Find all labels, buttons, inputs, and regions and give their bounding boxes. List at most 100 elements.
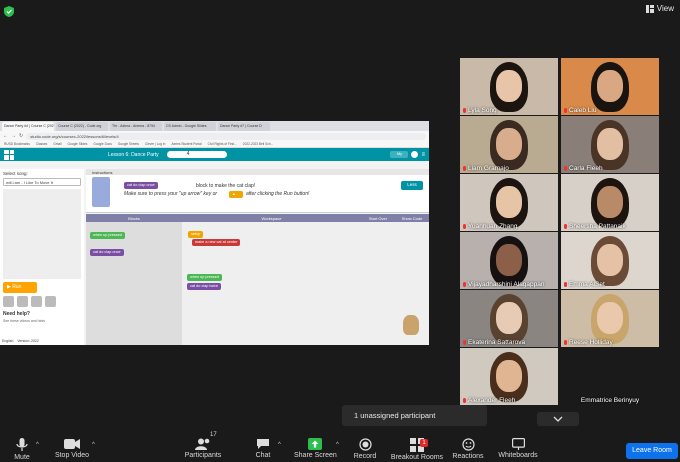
participant-face (597, 302, 623, 334)
mute-options-caret-icon[interactable]: ^ (36, 442, 39, 448)
bookmark-item[interactable]: Google Slides (68, 142, 88, 146)
shared-screen[interactable]: Dance Party #4 | Course C (2023) Course … (0, 121, 429, 345)
browser-tab[interactable]: Dance Party #7 | Course D (218, 122, 270, 131)
share-options-caret-icon[interactable]: ^ (336, 442, 339, 448)
video-options-caret-icon[interactable]: ^ (92, 442, 95, 448)
left-arrow-button[interactable] (3, 296, 14, 307)
participant-name-label: Emmatrice Berinyuy (581, 397, 639, 404)
workspace-label: Workspace (261, 215, 282, 221)
participant-video-tile[interactable]: Liam Gramajo (460, 116, 558, 173)
participant-name-label: Vijayadharshini Alagappan (463, 281, 545, 288)
language-select[interactable]: English (2, 339, 13, 343)
progress-level: 4 (186, 151, 190, 157)
show-code-button[interactable]: Show Code (395, 216, 429, 221)
hint-character (92, 177, 110, 207)
participant-video-tile[interactable]: Caleb Liu (561, 58, 659, 115)
url-field[interactable]: studio.code.org/s/coursec-2022/lessons/6… (26, 132, 426, 140)
muted-microphone-icon (463, 224, 466, 229)
my-button[interactable]: My (390, 151, 409, 158)
song-select[interactable]: will.i.am - I Like To Move It (3, 178, 81, 186)
participant-video-tile[interactable]: Vijayadharshini Alagappan (460, 232, 558, 289)
participant-name: Reese Holliday (569, 339, 613, 346)
chat-button[interactable]: Chat (252, 434, 274, 459)
toolbox-when-block[interactable]: when up pressed (90, 232, 125, 239)
participant-video-tile[interactable]: Carla Fleeh (561, 116, 659, 173)
stop-video-button[interactable]: Stop Video (52, 434, 92, 459)
browser-tab[interactable]: Course C (2022) - Code.org (56, 122, 108, 131)
less-button[interactable]: Less (401, 181, 423, 190)
forward-arrow-icon[interactable]: → (11, 133, 16, 139)
toolbox-do-block[interactable]: cat do clap once (90, 249, 124, 256)
browser-tab[interactable]: Thr - Ashna - Anema - 8794 (110, 122, 162, 131)
mute-button[interactable]: Mute (8, 434, 36, 461)
instructions-line1: block to make the cat clap! (196, 183, 256, 189)
instructions-tab[interactable]: Instructions (86, 169, 429, 175)
participant-face (597, 244, 623, 276)
security-shield-icon[interactable] (4, 6, 14, 17)
participant-face (496, 70, 522, 102)
bookmark-item[interactable]: Clever | Log in (145, 142, 166, 146)
participant-video-tile[interactable]: Sheersha Pattanaik (561, 174, 659, 231)
up-arrow-button[interactable] (31, 296, 42, 307)
bookmark-item[interactable]: 2022-2023 Bell Sch... (243, 142, 273, 146)
participant-name: Ekaterina Sattarova (468, 339, 526, 346)
participant-name-label: Lyla Song (463, 107, 497, 114)
leave-room-button[interactable]: Leave Room (626, 443, 678, 459)
record-button[interactable]: Record (350, 434, 380, 460)
breakout-rooms-button[interactable]: 1 Breakout Rooms (390, 434, 444, 461)
code-workspace[interactable]: setup make a new cat at center when up p… (182, 222, 429, 345)
chat-options-caret-icon[interactable]: ^ (278, 442, 281, 448)
bookmark-item[interactable]: RUSD Bookmarks (4, 142, 30, 146)
participant-video-tile[interactable]: Reese Holliday (561, 290, 659, 347)
start-over-button[interactable]: Start Over (361, 216, 395, 221)
menu-icon[interactable]: ≡ (421, 152, 425, 158)
view-button[interactable]: View (645, 4, 674, 13)
browser-tab[interactable]: CS Admin - Google Slides (164, 122, 216, 131)
muted-microphone-icon (564, 108, 567, 113)
expand-chevron-button[interactable] (537, 412, 579, 426)
codeorg-logo-icon[interactable] (4, 149, 14, 160)
back-arrow-icon[interactable]: ← (3, 133, 8, 139)
workspace-when-block[interactable]: when up pressed (187, 274, 222, 281)
blocks-label: Blocks (128, 215, 140, 221)
dog-character-icon (403, 315, 419, 335)
run-button[interactable]: ▶ Run (3, 282, 37, 293)
participant-video-tile[interactable]: Lyla Song (460, 58, 558, 115)
participant-name-label: Alexander Fleeh (463, 397, 515, 404)
reactions-button[interactable]: Reactions (452, 434, 484, 460)
participants-count: 17 (210, 432, 217, 438)
participant-video-tile[interactable]: Emma AlSet (561, 232, 659, 289)
right-arrow-button[interactable] (45, 296, 56, 307)
whiteboards-button[interactable]: Whiteboards (496, 434, 540, 459)
reactions-label: Reactions (452, 453, 484, 460)
workspace-do-block[interactable]: cat do clap twice (187, 283, 222, 290)
bookmark-item[interactable]: Google Sheets (118, 142, 139, 146)
browser-tab[interactable]: Dance Party #4 | Course C (2023) (2, 122, 54, 131)
stop-video-label: Stop Video (54, 452, 90, 459)
see-videos-link[interactable]: See these videos and hints (0, 319, 84, 323)
setup-block[interactable]: setup (188, 231, 204, 238)
level-progress-bar[interactable]: 4 (166, 151, 227, 158)
participants-button[interactable]: 17 Participants (182, 432, 224, 459)
lesson-title[interactable]: Lesson 6: Dance Party (108, 152, 159, 158)
bookmark-item[interactable]: Gmail (53, 142, 61, 146)
down-arrow-button[interactable] (17, 296, 28, 307)
participant-video-tile[interactable]: Ekaterina Sattarova (460, 290, 558, 347)
help-icon[interactable] (411, 151, 419, 158)
reload-icon[interactable]: ↻ (19, 133, 23, 139)
bookmark-item[interactable]: Classes (36, 142, 47, 146)
participant-video-tile[interactable]: Alexander Fleeh (460, 348, 558, 405)
muted-microphone-icon (463, 398, 466, 403)
song-label: Select song: (3, 171, 28, 176)
view-grid-icon (645, 4, 654, 13)
make-new-block[interactable]: make a new cat at center (192, 239, 241, 246)
bookmark-item[interactable]: Google Docs (93, 142, 111, 146)
participant-video-tile[interactable]: Emmatrice Berinyuy (561, 348, 659, 405)
share-screen-button[interactable]: Share Screen (294, 434, 337, 459)
participant-name: Sheersha Pattanaik (569, 223, 626, 230)
participant-video-tile[interactable]: Yuanhuan Zhang (460, 174, 558, 231)
unassigned-participant-notice[interactable]: 1 unassigned participant (342, 405, 487, 426)
bookmark-item[interactable]: Civil Rights of First... (208, 142, 237, 146)
bookmark-item[interactable]: Aeries Student Portal (171, 142, 201, 146)
instructions-panel: Instructions cat do clap once block to m… (86, 169, 429, 213)
